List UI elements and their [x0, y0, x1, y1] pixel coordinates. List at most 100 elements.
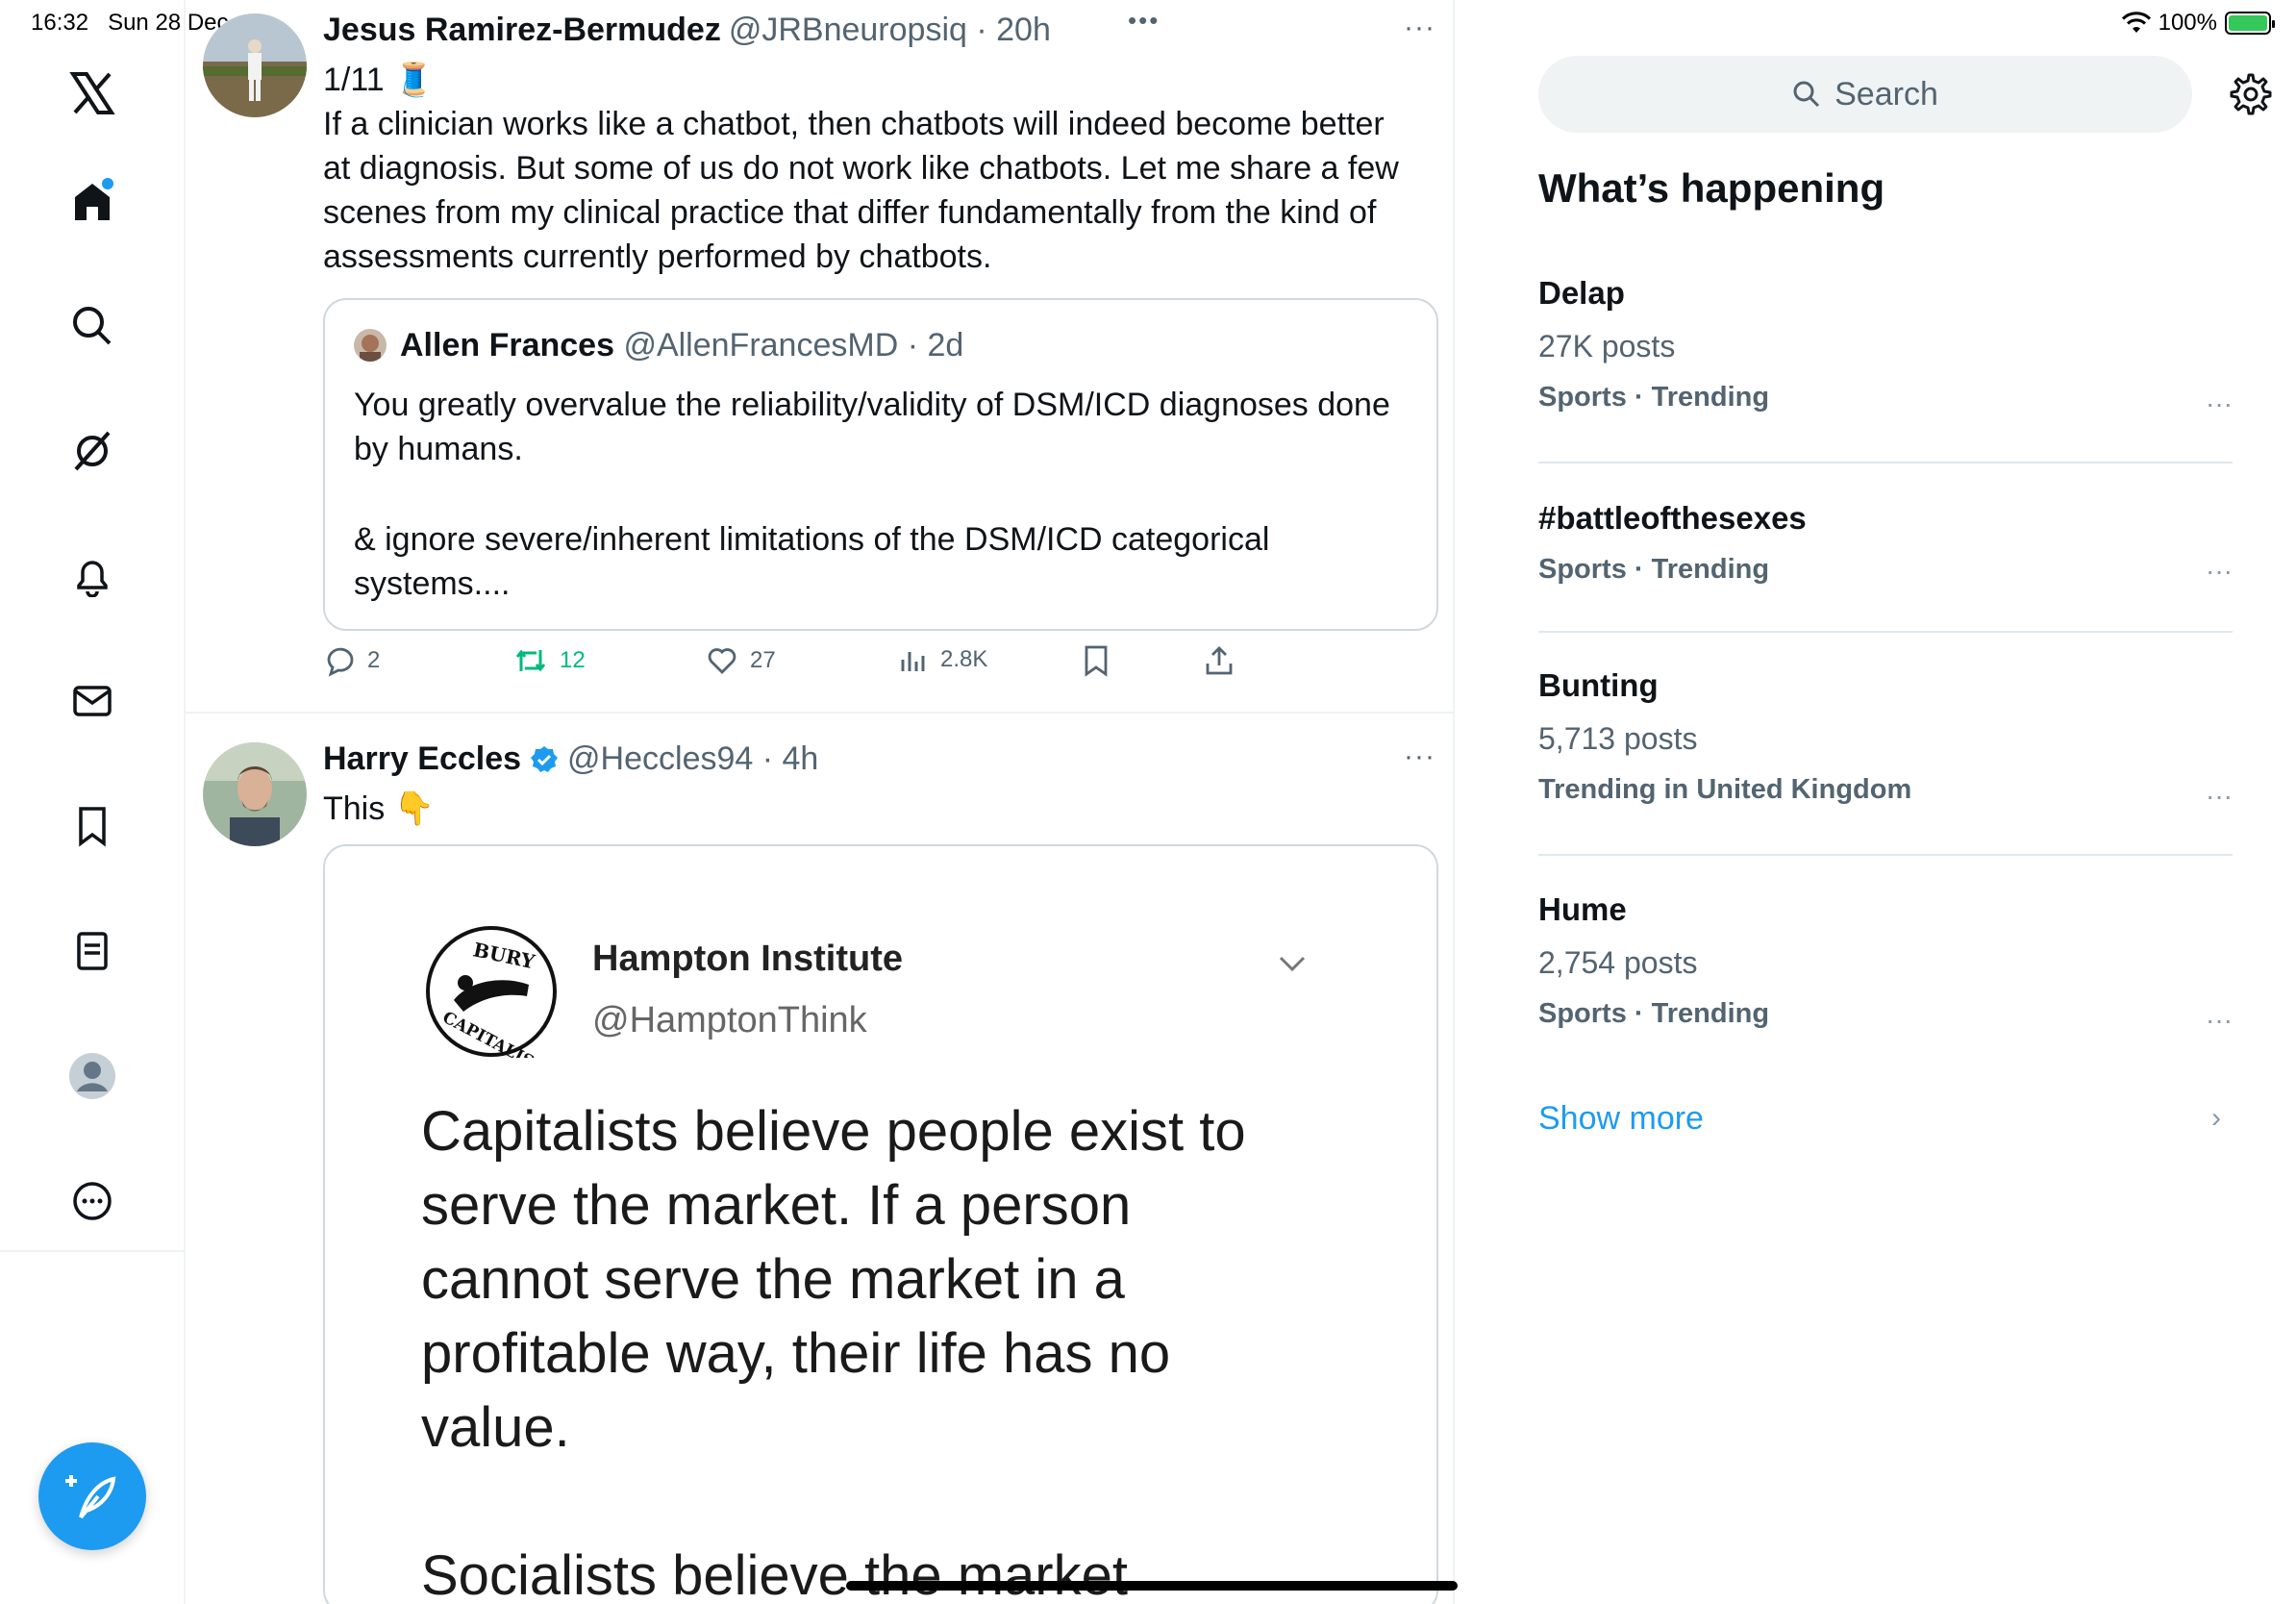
views-count: 2.8K: [940, 646, 988, 672]
tweet-more-button[interactable]: ···: [1404, 740, 1435, 773]
search-icon: [73, 307, 112, 345]
quote-author-name: Allen Frances: [400, 327, 614, 363]
trend-name: Bunting: [1538, 667, 1659, 703]
section-title: What’s happening: [1538, 165, 1885, 211]
trend-separator: [1538, 631, 2233, 633]
share-button[interactable]: [1203, 644, 1235, 677]
x-logo-icon[interactable]: [55, 56, 130, 131]
nav-profile[interactable]: [55, 1039, 130, 1114]
avatar[interactable]: [203, 742, 307, 846]
verified-badge-icon: [531, 745, 559, 772]
trend-name: Hume: [1538, 891, 1627, 927]
trend-more-button[interactable]: ···: [2206, 556, 2233, 587]
media-body-text-2: Socialists believe the market: [421, 1544, 1128, 1604]
thread-counter: 1/11 🧵: [323, 62, 435, 98]
gear-icon[interactable]: [2226, 71, 2272, 117]
bookmark-icon: [1085, 645, 1108, 677]
quoted-tweet[interactable]: Allen Frances @AllenFrancesMD · 2d You g…: [323, 298, 1438, 631]
lists-icon: [77, 932, 108, 970]
trend-more-button[interactable]: ···: [2206, 388, 2233, 419]
nav-explore[interactable]: [55, 288, 130, 363]
tweet[interactable]: Harry Eccles @Heccles94 · 4h ··· This 👇 …: [186, 714, 1453, 1604]
trend-item[interactable]: #battleofthesexes Sports · Trending ···: [1538, 500, 2233, 586]
search-input[interactable]: Search: [1538, 56, 2192, 133]
trend-separator: [1538, 462, 2233, 464]
nav-bookmarks[interactable]: [55, 789, 130, 864]
timeline: ••• Jesus Ramirez-Bermudez @JRBneuropsiq…: [186, 0, 1455, 1604]
trend-more-button[interactable]: ···: [2206, 781, 2233, 812]
like-button[interactable]: 27: [706, 644, 776, 677]
quote-text: You greatly overvalue the reliability/va…: [354, 387, 1390, 467]
nav-grok[interactable]: [55, 414, 130, 489]
author-name[interactable]: Jesus Ramirez-Bermudez: [323, 12, 721, 49]
show-more-link[interactable]: Show more: [1538, 1100, 1704, 1138]
nav-more[interactable]: [55, 1164, 130, 1239]
grok-icon: [74, 431, 111, 471]
repost-button[interactable]: 12: [513, 644, 586, 677]
nav-lists[interactable]: [55, 914, 130, 989]
views-icon: [901, 652, 925, 671]
quote-header: Allen Frances @AllenFrancesMD · 2d: [400, 327, 963, 364]
home-indicator[interactable]: [846, 1581, 1458, 1591]
compose-feather-icon: [65, 1475, 116, 1519]
tweet-header: Harry Eccles @Heccles94 · 4h: [323, 740, 818, 778]
media-account-handle: @HamptonThink: [592, 1000, 867, 1040]
right-sidebar: Search What’s happening Delap 27K posts …: [1538, 0, 2296, 1604]
chevron-down-icon: [1279, 956, 1306, 972]
mail-icon: [73, 686, 112, 716]
tweet[interactable]: Jesus Ramirez-Bermudez @JRBneuropsiq · 2…: [186, 0, 1453, 714]
media-account-name: Hampton Institute: [592, 939, 903, 979]
trend-separator: [1538, 854, 2233, 856]
reply-count: 2: [367, 647, 381, 673]
chevron-right-icon: ›: [2211, 1102, 2221, 1134]
home-icon: [75, 178, 113, 220]
author-handle-time[interactable]: @JRBneuropsiq · 20h: [729, 12, 1051, 49]
share-icon: [1206, 646, 1233, 675]
trend-name: Delap: [1538, 275, 1625, 311]
tweet-actions: 2 12 27 2.8K: [323, 644, 1285, 687]
tweet-header: Jesus Ramirez-Bermudez @JRBneuropsiq · 2…: [323, 12, 1051, 49]
bury-capitalism-logo: BURY CAPITALISM: [425, 925, 558, 1081]
search-placeholder: Search: [1834, 75, 1938, 113]
heart-icon: [708, 648, 736, 674]
media-body-text: Capitalists believe people exist to serv…: [421, 1100, 1246, 1459]
profile-icon: [69, 1053, 115, 1099]
tweet-text: If a clinician works like a chatbot, the…: [323, 106, 1399, 275]
nav-messages[interactable]: [55, 664, 130, 739]
trend-item[interactable]: Delap 27K posts Sports · Trending ···: [1538, 275, 2233, 418]
tweet-media-image[interactable]: BURY CAPITALISM Hampton Institute @Hampt…: [323, 844, 1438, 1604]
bookmark-icon: [79, 807, 106, 847]
tweet-more-button[interactable]: ···: [1404, 12, 1435, 44]
nav-notifications[interactable]: [55, 539, 130, 614]
trend-item[interactable]: Bunting 5,713 posts Trending in United K…: [1538, 667, 2233, 811]
reply-button[interactable]: 2: [323, 644, 380, 677]
trend-posts: 2,754 posts: [1538, 945, 1698, 980]
reply-icon: [327, 647, 354, 677]
avatar[interactable]: [203, 13, 307, 117]
bell-icon: [77, 561, 108, 597]
more-icon: [73, 1182, 112, 1220]
nav-separator: [0, 1250, 186, 1252]
trend-more-button[interactable]: ···: [2206, 1005, 2233, 1036]
trend-posts: 5,713 posts: [1538, 721, 1698, 756]
trend-category: Trending in United Kingdom: [1538, 774, 1912, 805]
tweet-text: This 👇: [323, 790, 436, 827]
quote-avatar: [354, 329, 387, 362]
left-nav: [0, 0, 186, 1604]
trend-item[interactable]: Hume 2,754 posts Sports · Trending ···: [1538, 891, 2233, 1035]
compose-button[interactable]: [38, 1442, 146, 1550]
repost-count: 12: [560, 647, 586, 673]
author-name[interactable]: Harry Eccles: [323, 740, 521, 778]
like-count: 27: [750, 647, 776, 673]
search-icon: [1793, 81, 1820, 108]
repost-icon: [515, 649, 546, 672]
trend-name: #battleofthesexes: [1538, 500, 1807, 536]
bookmark-button[interactable]: [1081, 644, 1111, 677]
trend-category: Sports · Trending: [1538, 998, 1770, 1029]
quote-author-handle-time: @AllenFrancesMD · 2d: [623, 327, 964, 363]
trend-category: Sports · Trending: [1538, 382, 1770, 413]
views-button[interactable]: 2.8K: [898, 644, 987, 675]
author-handle-time[interactable]: @Heccles94 · 4h: [567, 740, 818, 778]
quote-text-2: & ignore severe/inherent limitations of …: [354, 521, 1270, 602]
nav-home[interactable]: [55, 163, 130, 238]
